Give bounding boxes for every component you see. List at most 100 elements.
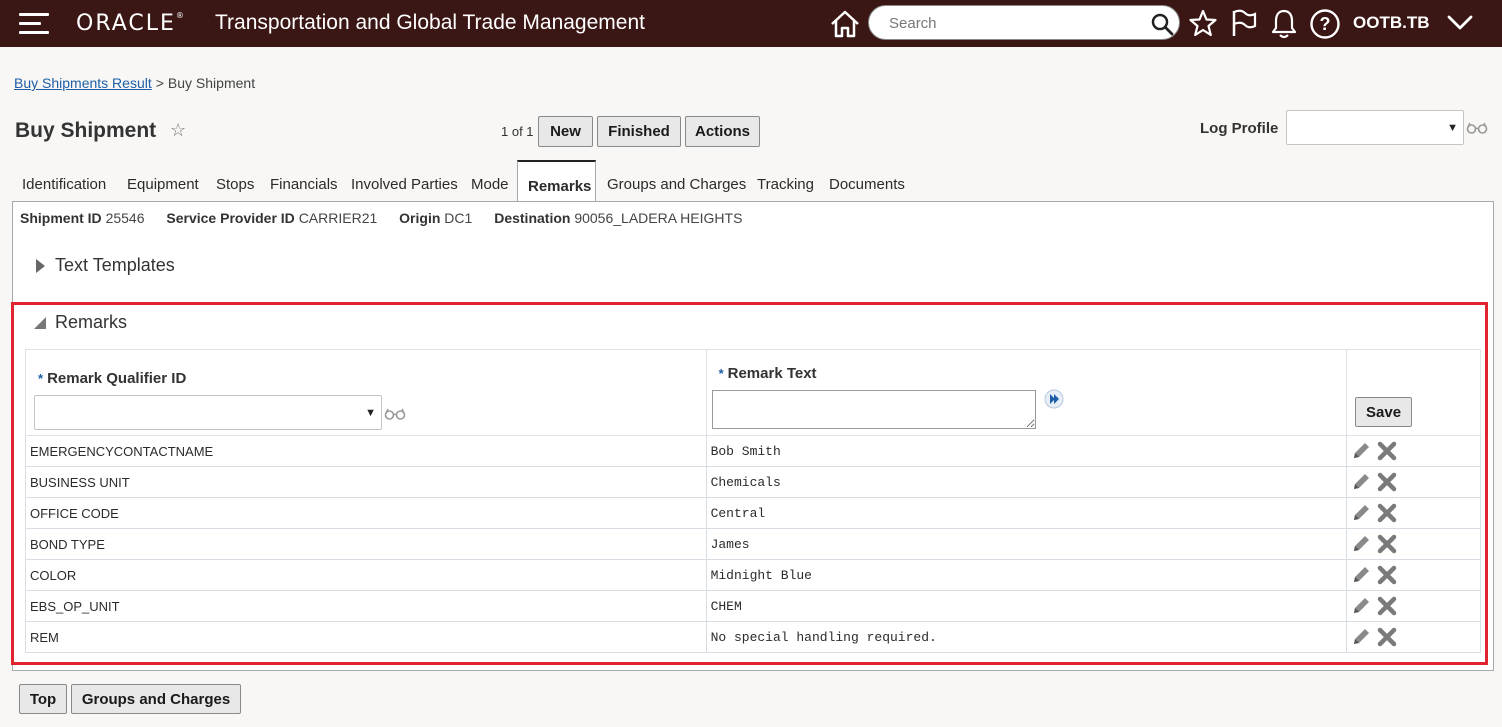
row-actions-cell [1346,497,1481,529]
required-marker: * [38,371,44,386]
log-profile-label: Log Profile [1200,120,1279,137]
glasses-lookup-icon[interactable] [384,407,406,421]
new-button[interactable]: New [538,116,593,147]
oracle-logo: ORACLE® [76,11,184,36]
delete-x-icon[interactable] [1377,565,1397,585]
row-actions-cell [1346,559,1481,591]
remark-qualifier-id-header: Remark Qualifier ID [47,370,187,387]
delete-x-icon[interactable] [1377,627,1397,647]
search-input[interactable] [889,13,1139,33]
table-row: COLOR Midnight Blue [25,559,1481,591]
table-row: OFFICE CODE Central [25,497,1481,529]
remark-text-cell: Chemicals [705,466,1348,498]
tab-involved-parties[interactable]: Involved Parties [351,160,458,202]
help-icon[interactable]: ? [1309,8,1341,40]
remark-text-header: Remark Text [727,365,817,382]
breadcrumb-separator: > [155,75,164,91]
origin-value: DC1 [444,210,473,226]
qualifier-cell: BUSINESS UNIT [25,466,707,498]
tab-documents[interactable]: Documents [829,160,905,202]
delete-x-icon[interactable] [1377,596,1397,616]
remark-qualifier-select[interactable]: ▼ [34,395,382,430]
chevron-down-icon: ▼ [365,406,376,419]
breadcrumb: Buy Shipments Result > Buy Shipment [14,75,255,91]
row-actions-cell [1346,435,1481,467]
remark-text-cell: No special handling required. [705,621,1348,653]
actions-button[interactable]: Actions [685,116,760,147]
tab-stops[interactable]: Stops [216,160,254,202]
flag-icon[interactable] [1230,8,1258,38]
table-row: REM No special handling required. [25,621,1481,653]
remark-text-cell: Bob Smith [705,435,1348,467]
remark-text-cell: James [705,528,1348,560]
qualifier-cell: REM [25,621,707,653]
brand-text: ORACLE [76,11,176,36]
qualifier-cell: COLOR [25,559,707,591]
breadcrumb-link-buy-shipments-result[interactable]: Buy Shipments Result [14,75,152,91]
tab-tracking[interactable]: Tracking [757,160,814,202]
search-icon[interactable] [1150,12,1174,36]
row-actions-cell [1346,590,1481,622]
table-row: EBS_OP_UNIT CHEM [25,590,1481,622]
table-row: BUSINESS UNIT Chemicals [25,466,1481,498]
table-row: EMERGENCYCONTACTNAME Bob Smith [25,435,1481,467]
favorite-star-icon[interactable]: ☆ [170,120,186,141]
qualifier-cell: EMERGENCYCONTACTNAME [25,435,707,467]
qualifier-cell: BOND TYPE [25,528,707,560]
glasses-lookup-icon[interactable] [1466,121,1488,135]
actions-header-cell: Save [1346,349,1481,436]
edit-pencil-icon[interactable] [1351,503,1373,523]
text-templates-header[interactable]: Text Templates [55,255,175,276]
row-actions-cell [1346,528,1481,560]
groups-and-charges-button[interactable]: Groups and Charges [71,684,241,714]
shipment-id-value: 25546 [105,210,145,226]
tab-equipment[interactable]: Equipment [127,160,199,202]
collapse-triangle-icon[interactable] [33,316,47,330]
edit-pencil-icon[interactable] [1351,441,1373,461]
save-button[interactable]: Save [1355,397,1413,427]
tab-groups-and-charges[interactable]: Groups and Charges [607,160,746,202]
user-menu-chevron-down-icon[interactable] [1446,12,1474,34]
tab-identification[interactable]: Identification [22,160,106,202]
shipment-id-label: Shipment ID [20,210,102,226]
svg-text:?: ? [1320,14,1331,34]
delete-x-icon[interactable] [1377,472,1397,492]
home-icon[interactable] [829,9,861,39]
chevron-down-icon: ▼ [1447,121,1458,134]
search-box[interactable] [868,5,1180,40]
pager-count: 1 of 1 [501,124,534,139]
remark-text-input[interactable] [711,390,1036,429]
row-actions-cell [1346,621,1481,653]
remarks-section-header[interactable]: Remarks [55,312,127,333]
delete-x-icon[interactable] [1377,503,1397,523]
expand-triangle-icon[interactable] [36,259,45,273]
remark-text-cell: Midnight Blue [705,559,1348,591]
service-provider-label: Service Provider ID [166,210,295,226]
expand-text-arrow-icon[interactable] [1044,389,1064,409]
notifications-bell-icon[interactable] [1269,8,1299,40]
top-button[interactable]: Top [19,684,67,714]
required-marker: * [718,366,724,381]
edit-pencil-icon[interactable] [1351,565,1373,585]
qualifier-cell: OFFICE CODE [25,497,707,529]
delete-x-icon[interactable] [1377,534,1397,554]
edit-pencil-icon[interactable] [1351,472,1373,492]
favorites-star-icon[interactable] [1188,8,1218,38]
tab-financials[interactable]: Financials [270,160,338,202]
hamburger-menu-icon[interactable] [19,13,49,35]
edit-pencil-icon[interactable] [1351,596,1373,616]
log-profile-select[interactable]: ▼ [1286,110,1464,145]
tab-mode[interactable]: Mode [471,160,509,202]
edit-pencil-icon[interactable] [1351,627,1373,647]
remark-text-cell: Central [705,497,1348,529]
qualifier-cell: EBS_OP_UNIT [25,590,707,622]
breadcrumb-current: Buy Shipment [167,75,256,91]
delete-x-icon[interactable] [1377,441,1397,461]
finished-button[interactable]: Finished [597,116,681,147]
top-bar: ORACLE® Transportation and Global Trade … [0,0,1502,47]
service-provider-value: CARRIER21 [298,210,378,226]
tab-remarks[interactable]: Remarks [517,160,596,202]
edit-pencil-icon[interactable] [1351,534,1373,554]
user-name[interactable]: OOTB.TB [1353,13,1430,33]
destination-label: Destination [494,210,571,226]
